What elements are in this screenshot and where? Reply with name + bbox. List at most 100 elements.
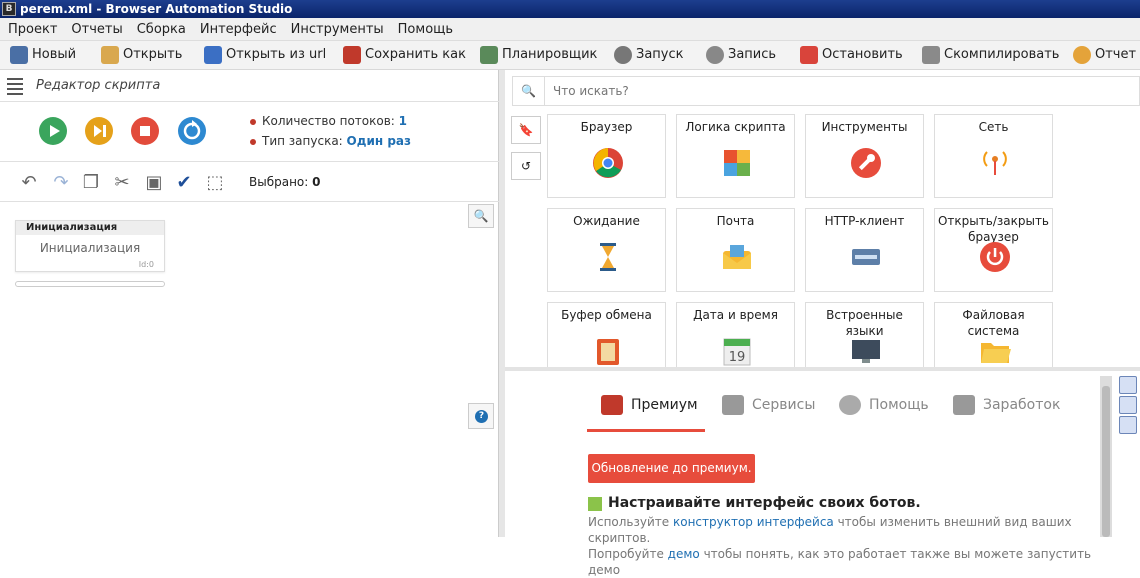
interface-constructor-link[interactable]: конструктор интерфейса: [673, 515, 834, 529]
tab-help[interactable]: Помощь: [839, 388, 929, 432]
play-icon: [614, 46, 632, 64]
action-http-client[interactable]: HTTP-клиент: [805, 208, 924, 292]
menu-tools[interactable]: Инструменты: [283, 18, 390, 41]
undo-icon[interactable]: ↶: [18, 172, 40, 194]
step-forward-icon[interactable]: [85, 117, 113, 145]
action-clipboard-label: Буфер обмена: [561, 308, 652, 322]
selected-label: Выбрано:: [249, 175, 309, 189]
upgrade-premium-button[interactable]: Обновление до премиум.: [588, 454, 755, 483]
toolbar-run-button[interactable]: Запуск: [614, 44, 684, 66]
toolbar-scheduler-label: Планировщик: [502, 47, 598, 62]
window-titlebar: B perem.xml - Browser Automation Studio: [0, 0, 1140, 18]
tab-services[interactable]: Сервисы: [722, 388, 815, 432]
toolbar-open-url-button[interactable]: Открыть из url: [204, 44, 326, 66]
svg-text:19: 19: [729, 350, 746, 365]
toolbar-report-button[interactable]: Отчет о: [1073, 44, 1140, 66]
restart-icon[interactable]: [178, 117, 206, 145]
toolbar-open-button[interactable]: Открыть: [101, 44, 182, 66]
action-tools[interactable]: Инструменты: [805, 114, 924, 198]
action-block[interactable]: Инициализация Инициализация Id:0: [15, 220, 165, 272]
canvas-help-button[interactable]: ?: [468, 403, 494, 429]
tab-premium[interactable]: Премиум: [587, 388, 705, 432]
calendar-19-icon: 19: [723, 338, 751, 366]
editor-header: Редактор скрипта: [0, 70, 499, 102]
edit-toolbar: ↶ ↷ ❐ ✂ ▣ ✔ ⬚ Выбрано: 0: [0, 162, 499, 202]
action-browser-label: Браузер: [580, 120, 633, 134]
promo-line2-before: Попробуйте: [588, 547, 668, 561]
toolbar-stop-button[interactable]: Остановить: [800, 44, 903, 66]
promo-title: Настраивайте интерфейс своих ботов.: [588, 495, 921, 511]
action-file-system[interactable]: Файловая система: [934, 302, 1053, 367]
wrench-icon: [851, 148, 881, 178]
action-clipboard[interactable]: Буфер обмена: [547, 302, 666, 367]
launch-value[interactable]: Один раз: [347, 134, 411, 148]
action-search-input[interactable]: [553, 81, 1113, 101]
toolbar-save-as-button[interactable]: Сохранить как: [343, 44, 466, 66]
tab-earnings[interactable]: Заработок: [953, 388, 1060, 432]
history-button[interactable]: ↺: [511, 152, 541, 180]
toolbar-open-url-label: Открыть из url: [226, 47, 327, 62]
rail-button-expand-icon[interactable]: [1119, 396, 1137, 414]
search-icon: 🔍: [473, 209, 489, 223]
image-icon: [588, 497, 602, 511]
rail-button-record-icon[interactable]: [1119, 376, 1137, 394]
main-toolbar: Новый Открыть Открыть из url Сохранить к…: [0, 41, 1140, 70]
new-file-icon: [10, 46, 28, 64]
toolbar-compile-button[interactable]: Скомпилировать: [922, 44, 1059, 66]
play-icon[interactable]: [39, 117, 67, 145]
stop-icon[interactable]: [131, 117, 159, 145]
block-id: Id:0: [138, 260, 154, 269]
block-body: Инициализация: [39, 241, 141, 255]
toolbar-run-label: Запуск: [636, 47, 684, 62]
run-controls: Количество потоков: 1 Тип запуска: Один …: [0, 102, 499, 162]
bookmark-button[interactable]: 🔖: [511, 116, 541, 144]
editor-title: Редактор скрипта: [36, 78, 161, 93]
tab-earnings-label: Заработок: [983, 397, 1061, 413]
action-open-close-browser[interactable]: Открыть/закрыть браузер: [934, 208, 1053, 292]
toolbar-scheduler-button[interactable]: Планировщик: [480, 44, 597, 66]
menu-interface[interactable]: Интерфейс: [192, 18, 283, 41]
action-network[interactable]: Сеть: [934, 114, 1053, 198]
action-date-time[interactable]: Дата и время 19: [676, 302, 795, 367]
toolbar-record-button[interactable]: Запись: [706, 44, 776, 66]
hourglass-icon: [600, 243, 616, 271]
toolbar-new-label: Новый: [32, 47, 77, 62]
info-scrollbar[interactable]: [1100, 376, 1112, 537]
pie-chart-icon: [1073, 46, 1091, 64]
calendar-icon: [480, 46, 498, 64]
toolbar-new-button[interactable]: Новый: [10, 44, 76, 66]
selection-box-icon[interactable]: ⬚: [204, 172, 226, 194]
puzzle-icon: [724, 150, 750, 176]
tab-help-label: Помощь: [869, 397, 929, 413]
action-mail[interactable]: Почта: [676, 208, 795, 292]
scrollbar-thumb[interactable]: [1102, 386, 1110, 537]
action-browser[interactable]: Браузер: [547, 114, 666, 198]
info-tabs: Премиум Сервисы Помощь Заработок: [587, 388, 1107, 432]
action-waiting-label: Ожидание: [573, 214, 640, 228]
menu-build[interactable]: Сборка: [129, 18, 192, 41]
action-waiting[interactable]: Ожидание: [547, 208, 666, 292]
paste-icon[interactable]: ▣: [143, 172, 165, 194]
copy-icon[interactable]: ❐: [80, 172, 102, 194]
canvas-search-button[interactable]: 🔍: [468, 204, 494, 228]
redo-icon[interactable]: ↷: [50, 172, 72, 194]
threads-count: Количество потоков: 1: [250, 114, 407, 128]
rail-button-settings-icon[interactable]: [1119, 416, 1137, 434]
menu-reports[interactable]: Отчеты: [63, 18, 128, 41]
action-script-logic[interactable]: Логика скрипта: [676, 114, 795, 198]
demo-link[interactable]: демо: [668, 547, 700, 561]
select-all-icon[interactable]: ✔: [173, 172, 195, 194]
cut-icon[interactable]: ✂: [111, 172, 133, 194]
block-drop-zone[interactable]: [15, 281, 165, 287]
action-builtin-languages[interactable]: Встроенные языки: [805, 302, 924, 367]
menu-project[interactable]: Проект: [0, 18, 63, 41]
hamburger-menu-icon[interactable]: [7, 78, 23, 95]
action-grid: Браузер Логика скрипта Инструменты Сеть …: [547, 114, 1127, 367]
action-script-logic-label: Логика скрипта: [685, 120, 786, 134]
promo-text: Используйте конструктор интерфейса чтобы…: [588, 514, 1098, 578]
menu-help[interactable]: Помощь: [390, 18, 459, 41]
search-icon[interactable]: 🔍: [513, 77, 545, 105]
action-search: 🔍: [512, 76, 1140, 106]
toolbar-record-label: Запись: [728, 47, 777, 62]
threads-value[interactable]: 1: [399, 114, 407, 128]
